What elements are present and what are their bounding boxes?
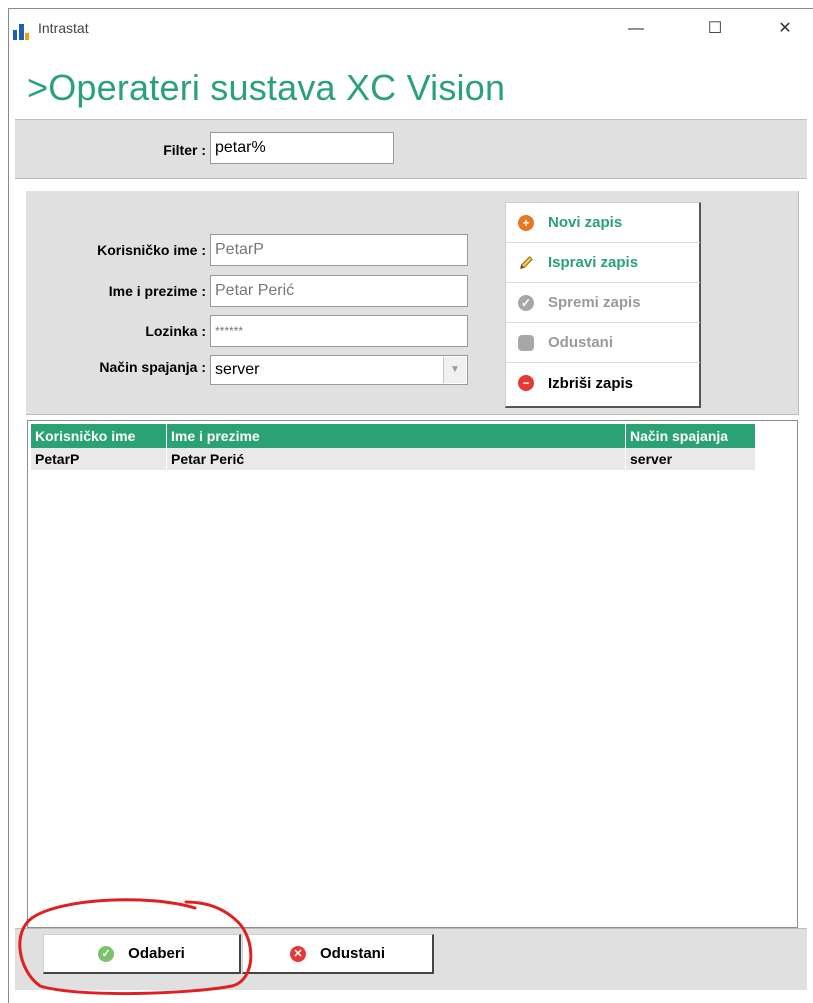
maximize-button[interactable]: ☐ (692, 14, 738, 44)
close-button[interactable]: ✕ (762, 14, 808, 44)
close-circle-icon: ✕ (289, 945, 306, 962)
connection-value: server (215, 361, 260, 378)
filter-input[interactable]: petar% (210, 132, 394, 164)
minus-circle-icon: − (518, 375, 534, 391)
password-field[interactable]: ****** (210, 315, 468, 347)
save-record-button[interactable]: ✓ Spremi zapis (506, 283, 700, 323)
page-title: >Operateri sustava XC Vision (27, 67, 506, 108)
app-icon (12, 22, 30, 40)
action-buttons: + Novi zapis Ispravi zapis ✓ Spremi zapi… (505, 202, 701, 408)
username-label: Korisničko ime : (97, 242, 206, 258)
fullname-field[interactable]: Petar Perić (210, 275, 468, 307)
cancel-button-label: Odustani (319, 945, 385, 962)
column-header-username[interactable]: Korisničko ime (31, 424, 167, 448)
octagon-icon (518, 334, 534, 351)
column-header-connection[interactable]: Način spajanja (626, 424, 756, 448)
fullname-label: Ime i prezime : (108, 283, 206, 299)
new-record-button[interactable]: + Novi zapis (506, 203, 700, 243)
table-cell-connection[interactable]: server (626, 448, 756, 470)
window-title: Intrastat (38, 20, 89, 36)
check-circle-icon: ✓ (518, 294, 534, 311)
column-header-fullname[interactable]: Ime i prezime (167, 424, 626, 448)
password-label: Lozinka : (145, 323, 206, 339)
edit-record-label: Ispravi zapis (548, 254, 639, 271)
cancel-edit-label: Odustani (548, 334, 614, 351)
table-cell-username[interactable]: PetarP (31, 448, 167, 470)
plus-circle-icon: + (518, 214, 534, 231)
save-record-label: Spremi zapis (548, 294, 641, 311)
connection-label: Način spajanja : (99, 359, 206, 375)
operators-table[interactable]: Korisničko ime Ime i prezime Način spaja… (27, 420, 798, 928)
delete-record-label: Izbriši zapis (548, 374, 634, 392)
connection-select[interactable]: server ▼ (210, 355, 468, 385)
cancel-button[interactable]: ✕ Odustani (242, 934, 434, 974)
edit-record-button[interactable]: Ispravi zapis (506, 243, 700, 283)
filter-label: Filter : (163, 142, 206, 158)
table-cell-fullname[interactable]: Petar Perić (167, 448, 626, 470)
new-record-label: Novi zapis (548, 214, 623, 231)
chevron-down-icon[interactable]: ▼ (443, 357, 466, 383)
username-field[interactable]: PetarP (210, 234, 468, 266)
minimize-button[interactable]: — (613, 14, 659, 44)
annotation-circle (18, 898, 253, 996)
delete-record-button[interactable]: − Izbriši zapis (506, 363, 700, 403)
pencil-icon (518, 255, 534, 271)
cancel-edit-button[interactable]: Odustani (506, 323, 700, 363)
